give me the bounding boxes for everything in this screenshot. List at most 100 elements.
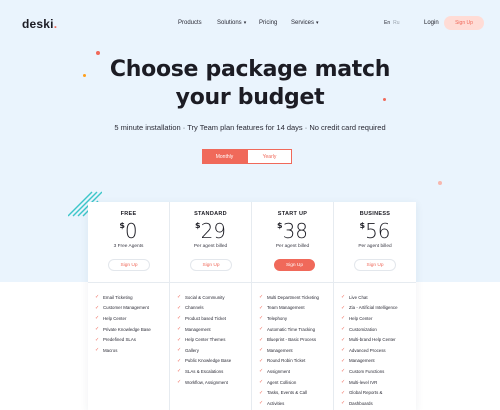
check-icon: ✓	[177, 304, 182, 311]
check-icon: ✓	[341, 294, 346, 301]
check-icon: ✓	[259, 357, 264, 364]
feature-list: ✓ Multi Department Ticketing ✓ Team Managem…	[259, 292, 319, 409]
price-value: 0	[124, 219, 138, 243]
feature-item: ✓ Management	[177, 324, 231, 335]
feature-item: ✓ Gallery	[177, 345, 231, 356]
plan-description: 3 Free Agents	[113, 244, 144, 249]
check-icon: ✓	[95, 326, 100, 333]
lang-ru[interactable]: Ru	[393, 20, 399, 26]
feature-item: ✓ Customization	[341, 324, 398, 335]
card-divider	[170, 282, 251, 283]
feature-item: ✓ Social & Community	[177, 292, 231, 303]
feature-item: ✓ Round Robin Ticket	[259, 356, 319, 367]
feature-item: ✓ Email Ticketing	[95, 292, 151, 303]
feature-label: Email Ticketing	[103, 294, 133, 300]
feature-label: Product based Ticket	[185, 315, 227, 321]
brand-logo[interactable]: deski.	[22, 17, 57, 31]
lang-en[interactable]: En	[384, 20, 390, 26]
feature-label: Public Knowledge Base	[185, 358, 232, 364]
check-icon: ✓	[177, 347, 182, 354]
feature-label: Management	[185, 326, 211, 332]
check-icon: ✓	[341, 379, 346, 386]
check-icon: ✓	[259, 326, 264, 333]
decorative-dot	[438, 181, 442, 185]
card-divider	[334, 282, 416, 283]
check-icon: ✓	[95, 315, 100, 322]
check-icon: ✓	[259, 294, 264, 301]
feature-item: ✓ Live Chat	[341, 292, 398, 303]
plan-description: Per agent billed	[358, 244, 392, 249]
feature-label: Management	[267, 347, 293, 353]
feature-label: Help Center	[103, 315, 127, 321]
check-icon: ✓	[177, 315, 182, 322]
feature-label: Channels	[185, 305, 204, 311]
login-link[interactable]: Login	[424, 20, 439, 26]
toggle-yearly[interactable]: Yearly	[247, 149, 292, 164]
feature-list: ✓ Email Ticketing ✓ Customer Management ✓ Hel…	[95, 292, 151, 356]
feature-item: ✓ Public Knowledge Base	[177, 356, 231, 367]
pricing-card: STANDARD $29 Per agent billed Sign Up ✓ Socia…	[170, 202, 252, 410]
chevron-down-icon: ▾	[243, 20, 247, 26]
language-switcher[interactable]: En Ru	[384, 20, 400, 26]
feature-item: ✓ Channels	[177, 303, 231, 314]
feature-item: ✓ Predefined SLAs	[95, 334, 151, 345]
currency-symbol: $	[276, 221, 283, 230]
check-icon: ✓	[259, 347, 264, 354]
check-icon: ✓	[177, 368, 182, 375]
plan-signup-button[interactable]: Sign Up	[354, 259, 396, 271]
pricing-card: START UP $38 Per agent billed Sign Up ✓ Multi…	[252, 202, 334, 410]
plan-description: Per agent billed	[275, 244, 310, 249]
feature-item: ✓ Team Management	[259, 303, 319, 314]
feature-label: Management	[349, 358, 375, 364]
check-icon: ✓	[259, 400, 264, 407]
nav-products[interactable]: Products	[178, 20, 202, 26]
price-value: 29	[200, 219, 227, 243]
check-icon: ✓	[95, 304, 100, 311]
check-icon: ✓	[341, 389, 346, 396]
feature-label: Round Robin Ticket	[267, 358, 306, 364]
feature-label: Macros	[103, 347, 118, 353]
plan-price: $56	[334, 219, 416, 243]
plan-price: $0	[88, 219, 169, 243]
check-icon: ✓	[259, 315, 264, 322]
decorative-dot	[96, 51, 100, 55]
feature-item: ✓ Workflow, Assignment	[177, 377, 231, 388]
check-icon: ✓	[341, 304, 346, 311]
top-navigation: deski. Products Solutions ▾ Pricing Servi…	[0, 0, 500, 46]
plan-name: STANDARD	[194, 211, 227, 217]
feature-item: ✓ Custom Functions	[341, 366, 398, 377]
feature-label: Multi Department Ticketing	[267, 294, 319, 300]
signup-button[interactable]: Sign Up	[444, 16, 484, 30]
feature-label: Agent Collision	[267, 379, 297, 385]
toggle-monthly[interactable]: Monthly	[202, 149, 247, 164]
pricing-card: BUSINESS $56 Per agent billed Sign Up ✓ Live …	[334, 202, 416, 410]
card-divider	[88, 282, 169, 283]
check-icon: ✓	[177, 294, 182, 301]
feature-label: Customer Management	[103, 305, 149, 311]
nav-services[interactable]: Services ▾	[291, 20, 319, 26]
plan-signup-button[interactable]: Sign Up	[108, 259, 150, 271]
nav-solutions[interactable]: Solutions ▾	[217, 20, 246, 26]
plan-signup-button[interactable]: Sign Up	[190, 259, 232, 271]
plan-name: START UP	[277, 211, 308, 217]
billing-toggle[interactable]: Monthly Yearly	[202, 149, 293, 164]
feature-label: Private Knowledge Base	[103, 326, 151, 332]
feature-label: Predefined SLAs	[103, 337, 136, 343]
feature-item: ✓ SLAs & Escalations	[177, 366, 231, 377]
check-icon: ✓	[177, 379, 182, 386]
plan-signup-button[interactable]: Sign Up	[274, 259, 315, 271]
feature-label: SLAs & Escalations	[185, 368, 224, 374]
check-icon: ✓	[177, 326, 182, 333]
plan-price: $38	[252, 219, 333, 243]
feature-item: ✓ Multi-level IVR	[341, 377, 398, 388]
feature-list: ✓ Live Chat ✓ Zia - Artificial Intelligence…	[341, 292, 398, 409]
feature-item: ✓ Help Center	[341, 313, 398, 324]
feature-item: ✓ Automatic Time Tracking	[259, 324, 319, 335]
feature-item: ✓ Private Knowledge Base	[95, 324, 151, 335]
price-value: 56	[365, 219, 391, 243]
pricing-card: FREE $0 3 Free Agents Sign Up ✓ Email Ticketi…	[88, 202, 170, 410]
nav-pricing[interactable]: Pricing	[259, 20, 277, 26]
card-divider	[252, 282, 333, 283]
feature-item: ✓ Assignment	[259, 366, 319, 377]
check-icon: ✓	[95, 347, 100, 354]
